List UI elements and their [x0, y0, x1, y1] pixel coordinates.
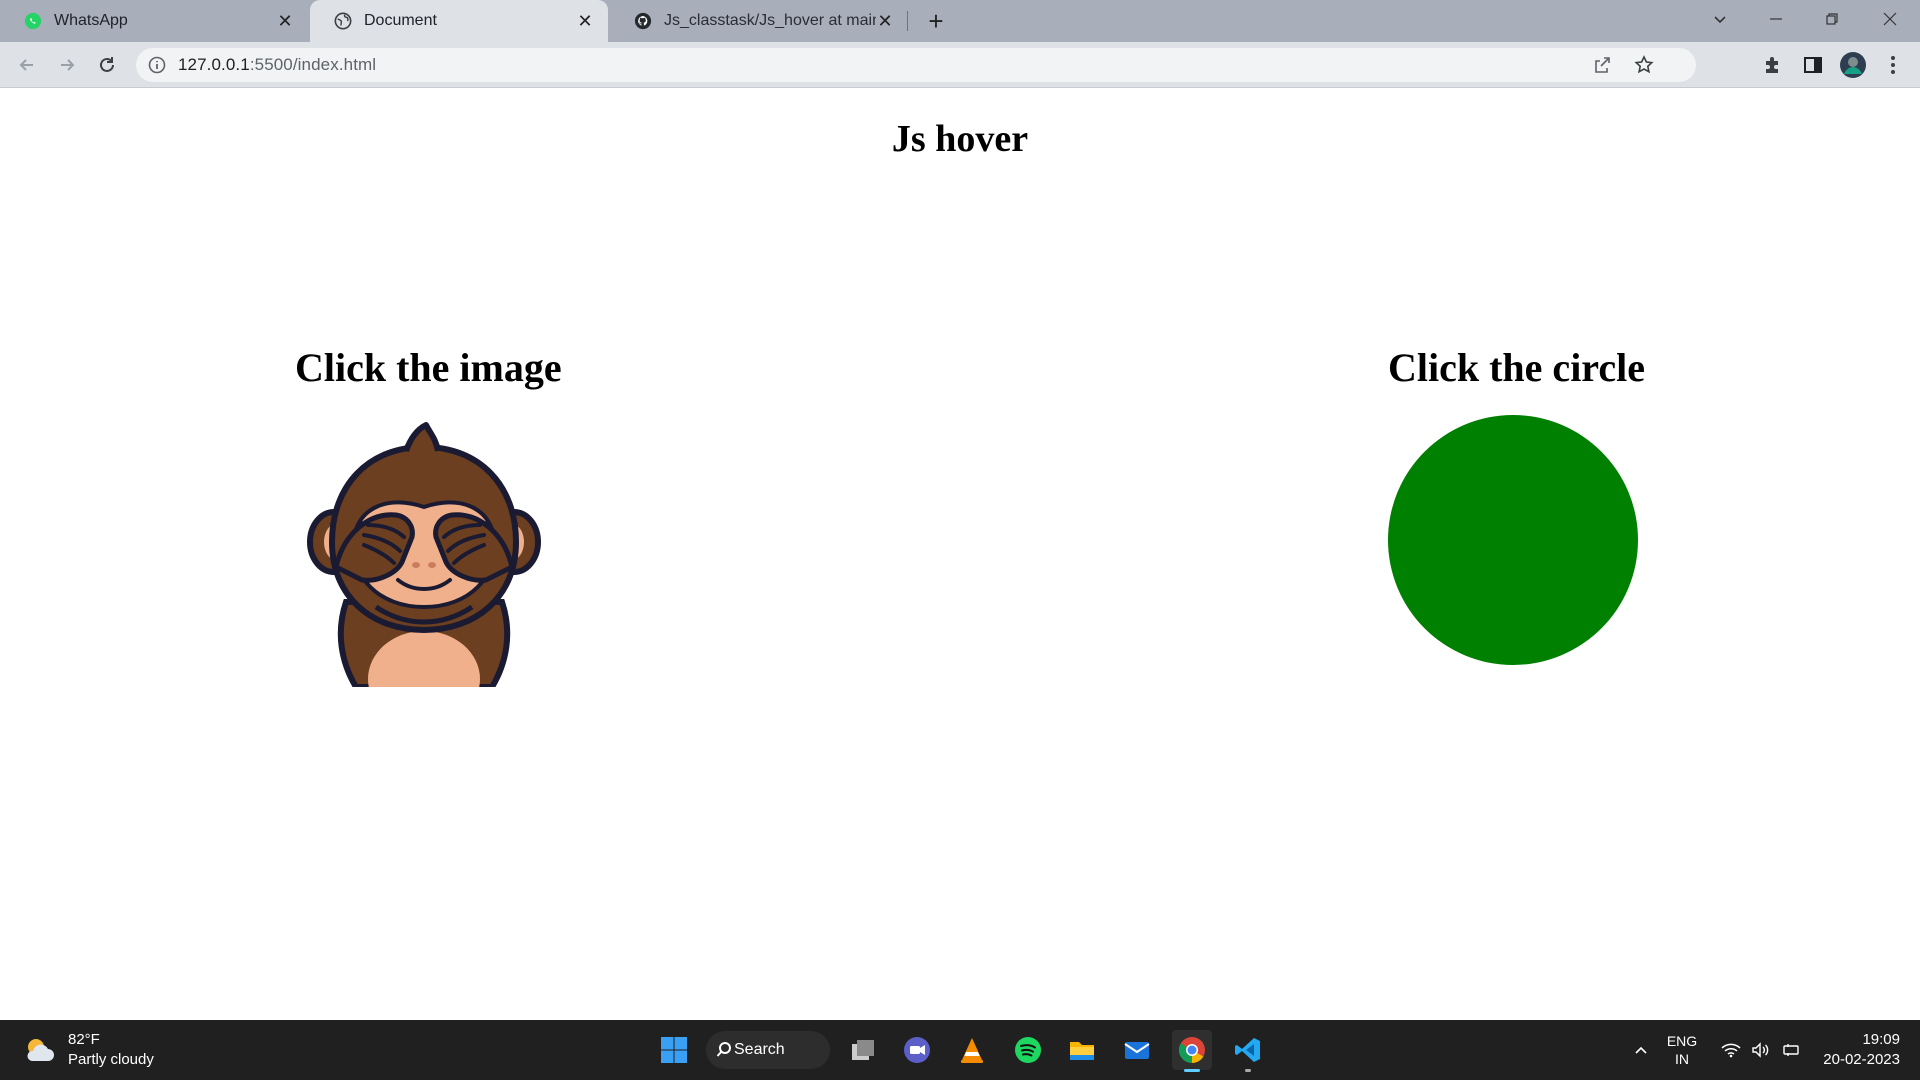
- chrome-icon: [1178, 1037, 1205, 1064]
- vlc-button[interactable]: [952, 1030, 992, 1070]
- active-indicator: [1184, 1069, 1200, 1072]
- address-bar[interactable]: 127.0.0.1:5500/index.html: [136, 48, 1696, 82]
- more-vert-icon: [1891, 56, 1895, 74]
- forward-button[interactable]: [52, 50, 82, 80]
- monkey-image[interactable]: [306, 417, 542, 687]
- wifi-icon: [1721, 1043, 1741, 1058]
- tab-title: Js_classtask/Js_hover at main · Ro: [664, 12, 876, 29]
- info-icon[interactable]: [148, 56, 166, 74]
- side-panel-icon: [1804, 57, 1822, 73]
- tab-search-button[interactable]: [1696, 0, 1744, 38]
- tab-strip: WhatsApp ✕ Document ✕ Js_classtask/Js_ho…: [0, 0, 1920, 42]
- tab-document[interactable]: Document ✕: [310, 0, 608, 42]
- clock-time: 19:09: [1862, 1031, 1900, 1048]
- share-icon[interactable]: [1592, 55, 1612, 75]
- close-icon[interactable]: ✕: [276, 11, 294, 31]
- image-label: Click the image: [295, 345, 562, 390]
- weather-description: Partly cloudy: [68, 1051, 154, 1068]
- mail-icon: [1124, 1042, 1150, 1059]
- minimize-icon: [1770, 18, 1782, 20]
- avatar: [1840, 52, 1866, 78]
- task-view-icon: [852, 1040, 874, 1060]
- search-icon: [716, 1042, 731, 1057]
- reload-button[interactable]: [92, 50, 122, 80]
- browser-toolbar: 127.0.0.1:5500/index.html: [0, 42, 1920, 88]
- vlc-icon: [961, 1038, 983, 1063]
- task-view-button[interactable]: [843, 1030, 883, 1070]
- taskbar: 82°F Partly cloudy Search ENG IN 19:09 2…: [0, 1020, 1920, 1080]
- minimize-button[interactable]: [1752, 0, 1800, 38]
- circle-label: Click the circle: [1388, 345, 1645, 390]
- restore-button[interactable]: [1808, 0, 1856, 38]
- github-icon: [634, 12, 652, 30]
- close-window-button[interactable]: [1866, 0, 1914, 38]
- file-explorer-button[interactable]: [1062, 1030, 1102, 1070]
- page-title: Js hover: [891, 118, 1029, 160]
- star-icon[interactable]: [1634, 55, 1654, 75]
- teams-chat-button[interactable]: [897, 1030, 937, 1070]
- tab-title: Document: [364, 12, 437, 29]
- globe-icon: [334, 12, 352, 30]
- running-indicator: [1245, 1069, 1251, 1072]
- clock-date: 20-02-2023: [1823, 1051, 1900, 1068]
- web-page: Js hover Click the image Click the circl…: [0, 89, 1920, 1020]
- chevron-down-icon: [1714, 16, 1726, 24]
- spotify-icon: [1015, 1037, 1041, 1063]
- close-icon[interactable]: ✕: [576, 11, 594, 31]
- tab-separator: [907, 11, 908, 31]
- green-circle[interactable]: [1388, 415, 1638, 665]
- side-panel-button[interactable]: [1800, 52, 1826, 78]
- start-button[interactable]: [654, 1030, 694, 1070]
- windows-icon: [661, 1037, 687, 1063]
- vscode-icon: [1235, 1038, 1260, 1062]
- chevron-up-icon: [1635, 1046, 1647, 1054]
- url-text: 127.0.0.1:5500/index.html: [178, 55, 376, 75]
- language-code: ENG: [1666, 1033, 1698, 1049]
- language-indicator[interactable]: ENG IN: [1660, 1020, 1704, 1080]
- spotify-button[interactable]: [1008, 1030, 1048, 1070]
- battery-charging-icon: [1783, 1044, 1799, 1056]
- weather-widget[interactable]: 82°F Partly cloudy: [22, 1030, 154, 1070]
- arrow-left-icon: [19, 59, 33, 71]
- puzzle-icon: [1766, 57, 1778, 73]
- url-host: 127.0.0.1: [178, 55, 250, 74]
- close-icon[interactable]: ✕: [876, 11, 894, 31]
- tab-whatsapp[interactable]: WhatsApp ✕: [0, 0, 308, 42]
- region-code: IN: [1675, 1051, 1689, 1067]
- partly-cloudy-icon: [27, 1039, 54, 1061]
- whatsapp-icon: [24, 12, 42, 30]
- reload-icon: [100, 57, 114, 72]
- volume-icon: [1752, 1042, 1769, 1058]
- tab-title: WhatsApp: [54, 12, 128, 29]
- show-hidden-icons-button[interactable]: [1626, 1020, 1656, 1080]
- weather-temperature: 82°F: [68, 1031, 100, 1048]
- mail-button[interactable]: [1117, 1030, 1157, 1070]
- search-label: Search: [734, 1041, 785, 1058]
- taskbar-search[interactable]: Search: [706, 1031, 830, 1069]
- vscode-button[interactable]: [1228, 1030, 1268, 1072]
- clock[interactable]: 19:09 20-02-2023: [1810, 1030, 1900, 1070]
- close-icon: [1883, 12, 1897, 26]
- menu-button[interactable]: [1880, 52, 1906, 78]
- tab-github[interactable]: Js_classtask/Js_hover at main · Ro ✕: [610, 0, 908, 42]
- restore-icon: [1826, 13, 1838, 25]
- chat-icon: [904, 1037, 930, 1063]
- new-tab-button[interactable]: +: [922, 6, 950, 36]
- extensions-button[interactable]: [1760, 52, 1786, 78]
- profile-avatar-button[interactable]: [1838, 50, 1868, 80]
- url-path: :5500/index.html: [249, 55, 377, 74]
- folder-icon: [1070, 1042, 1094, 1060]
- arrow-right-icon: [61, 59, 75, 71]
- back-button[interactable]: [12, 50, 42, 80]
- system-tray[interactable]: [1716, 1020, 1806, 1080]
- chrome-button[interactable]: [1172, 1030, 1212, 1072]
